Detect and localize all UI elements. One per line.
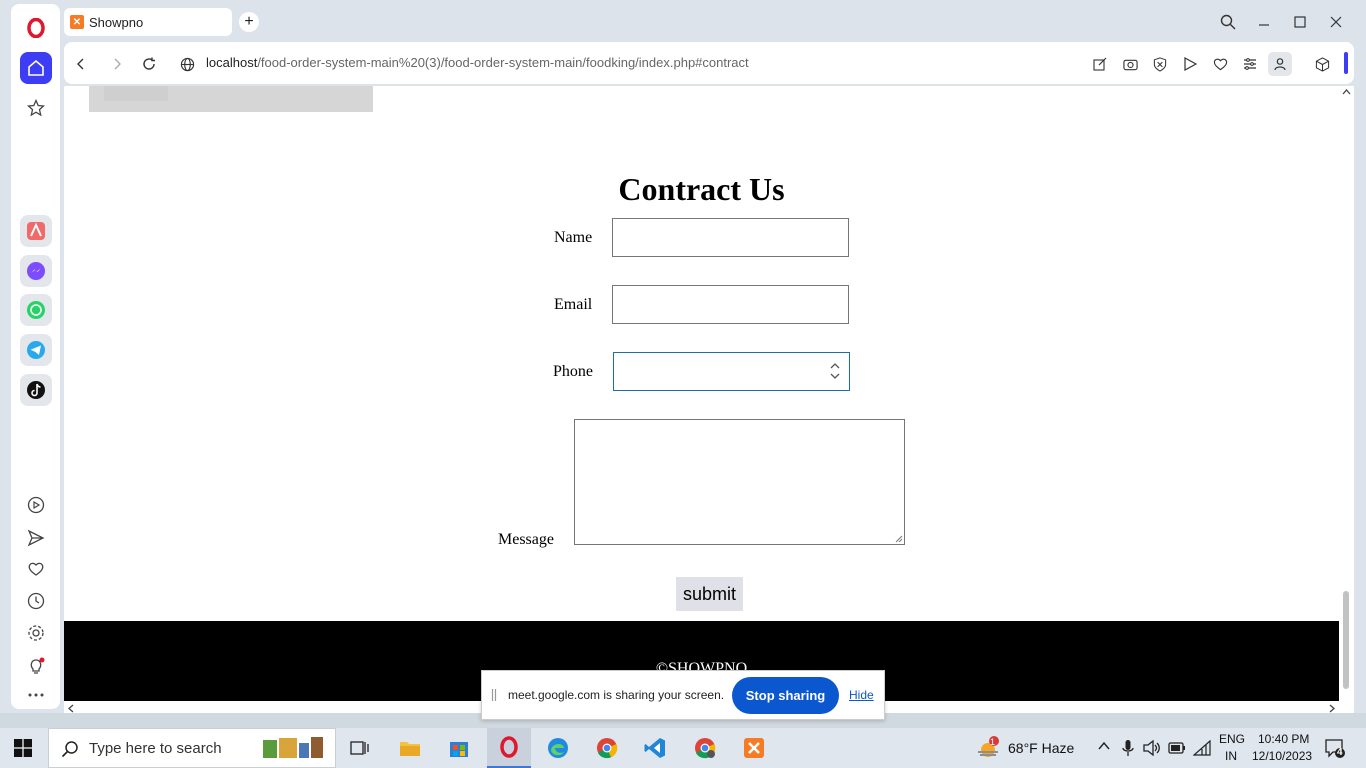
windows-start-icon[interactable] <box>14 739 32 757</box>
new-tab-plus-icon[interactable]: + <box>239 12 259 32</box>
site-info-globe-icon[interactable] <box>176 53 198 75</box>
contact-section-title: Contract Us <box>618 171 785 207</box>
food-image-card <box>89 86 373 112</box>
bookmark-heart-icon[interactable] <box>1209 53 1231 75</box>
email-input[interactable] <box>612 285 849 324</box>
opera-taskbar-icon[interactable] <box>487 728 531 768</box>
settings-gear-icon[interactable] <box>20 617 52 649</box>
bookmarks-star-icon[interactable] <box>20 92 52 124</box>
language-region: IN <box>1225 749 1237 763</box>
profile-user-icon[interactable] <box>1268 52 1292 76</box>
volume-icon[interactable] <box>1143 740 1161 756</box>
sharing-message: meet.google.com is sharing your screen. <box>508 688 725 702</box>
food-image <box>104 86 168 101</box>
aria-ai-icon[interactable] <box>20 215 52 247</box>
messenger-icon[interactable] <box>20 255 52 287</box>
tips-lightbulb-icon[interactable] <box>20 650 52 682</box>
tab-bar: ✕ Showpno + <box>64 0 1366 44</box>
tiktok-icon[interactable] <box>20 374 52 406</box>
extensions-cube-icon[interactable] <box>1311 53 1333 75</box>
name-label: Name <box>554 229 593 246</box>
phone-spinner-icon[interactable] <box>829 361 841 381</box>
search-highlight-image <box>259 734 329 762</box>
forward-arrow-icon[interactable] <box>106 53 128 75</box>
search-placeholder: Type here to search <box>89 739 222 757</box>
tray-chevron-up-icon[interactable] <box>1098 741 1110 751</box>
clock-time[interactable]: 10:40 PM <box>1258 732 1309 746</box>
email-label: Email <box>554 296 593 313</box>
search-tabs-icon[interactable] <box>1215 10 1241 34</box>
easy-setup-icon[interactable] <box>1239 53 1261 75</box>
search-icon <box>61 740 79 758</box>
tab-title: Showpno <box>89 14 144 30</box>
resize-grip-icon[interactable] <box>895 535 903 543</box>
notification-count: 4 <box>1337 747 1343 758</box>
adblock-shield-icon[interactable] <box>1149 53 1171 75</box>
reload-icon[interactable] <box>138 53 160 75</box>
maximize-icon[interactable] <box>1287 10 1313 34</box>
windows-taskbar: Type here to search 1 68°F Haze ENG IN 1… <box>0 728 1366 768</box>
task-view-icon[interactable] <box>344 732 376 764</box>
home-icon[interactable] <box>20 52 52 84</box>
flow-send-icon[interactable] <box>1179 53 1201 75</box>
chrome-icon[interactable] <box>591 732 623 764</box>
microsoft-store-icon[interactable] <box>443 732 475 764</box>
phone-input[interactable] <box>613 352 850 391</box>
snapshot-camera-icon[interactable] <box>1119 53 1141 75</box>
scroll-up-arrow-icon[interactable] <box>1342 89 1351 95</box>
phone-label: Phone <box>553 363 593 380</box>
language-code[interactable]: ENG <box>1219 732 1245 746</box>
vscode-icon[interactable] <box>639 732 671 764</box>
more-dots-icon[interactable] <box>20 679 52 711</box>
page-viewport: Contract Us Name Email Phone Message sub… <box>64 86 1354 716</box>
url-path: /food-order-system-main%20(3)/food-order… <box>257 55 749 70</box>
vertical-scroll-thumb[interactable] <box>1343 591 1349 689</box>
scroll-left-arrow-icon[interactable] <box>68 704 74 713</box>
edit-icon[interactable] <box>1089 53 1111 75</box>
name-input[interactable] <box>612 218 849 257</box>
hide-link[interactable]: Hide <box>849 688 874 702</box>
weather-icon[interactable] <box>976 736 1000 760</box>
weather-alert-badge: 1 <box>990 737 996 747</box>
minimize-icon[interactable] <box>1251 10 1277 34</box>
scroll-right-arrow-icon[interactable] <box>1329 704 1335 713</box>
xampp-favicon-icon: ✕ <box>70 15 84 29</box>
url-field[interactable]: localhost/food-order-system-main%20(3)/f… <box>206 55 749 70</box>
whatsapp-icon[interactable] <box>20 294 52 326</box>
opera-logo-icon[interactable] <box>20 12 52 44</box>
edge-icon[interactable] <box>542 732 574 764</box>
telegram-icon[interactable] <box>20 334 52 366</box>
address-bar: localhost/food-order-system-main%20(3)/f… <box>64 42 1354 84</box>
vertical-scrollbar[interactable] <box>1339 86 1354 701</box>
close-window-icon[interactable] <box>1323 10 1349 34</box>
xampp-icon[interactable] <box>738 732 770 764</box>
tab-showpno[interactable]: ✕ Showpno <box>64 8 232 36</box>
back-arrow-icon[interactable] <box>70 53 92 75</box>
sidebar-panel-indicator <box>1344 52 1348 74</box>
stop-sharing-button[interactable]: Stop sharing <box>732 677 839 714</box>
file-explorer-icon[interactable] <box>394 732 426 764</box>
send-flow-icon[interactable] <box>20 522 52 554</box>
clock-date: 12/10/2023 <box>1252 749 1313 763</box>
chrome-profile-icon[interactable] <box>689 732 721 764</box>
drag-handle-icon[interactable] <box>491 688 497 702</box>
message-label: Message <box>498 531 554 548</box>
battery-icon[interactable] <box>1168 741 1186 755</box>
history-clock-icon[interactable] <box>20 585 52 617</box>
url-host: localhost <box>206 55 258 70</box>
heart-icon[interactable] <box>20 553 52 585</box>
submit-button[interactable]: submit <box>676 577 743 611</box>
player-icon[interactable] <box>20 489 52 521</box>
message-textarea[interactable] <box>574 419 905 545</box>
weather-text[interactable]: 68°F Haze <box>1008 740 1074 756</box>
taskbar-search-box[interactable]: Type here to search <box>48 728 336 768</box>
microphone-icon[interactable] <box>1122 739 1134 757</box>
wifi-icon[interactable] <box>1193 740 1211 756</box>
browser-sidebar <box>0 0 64 713</box>
screen-sharing-bar: meet.google.com is sharing your screen. … <box>481 670 885 720</box>
